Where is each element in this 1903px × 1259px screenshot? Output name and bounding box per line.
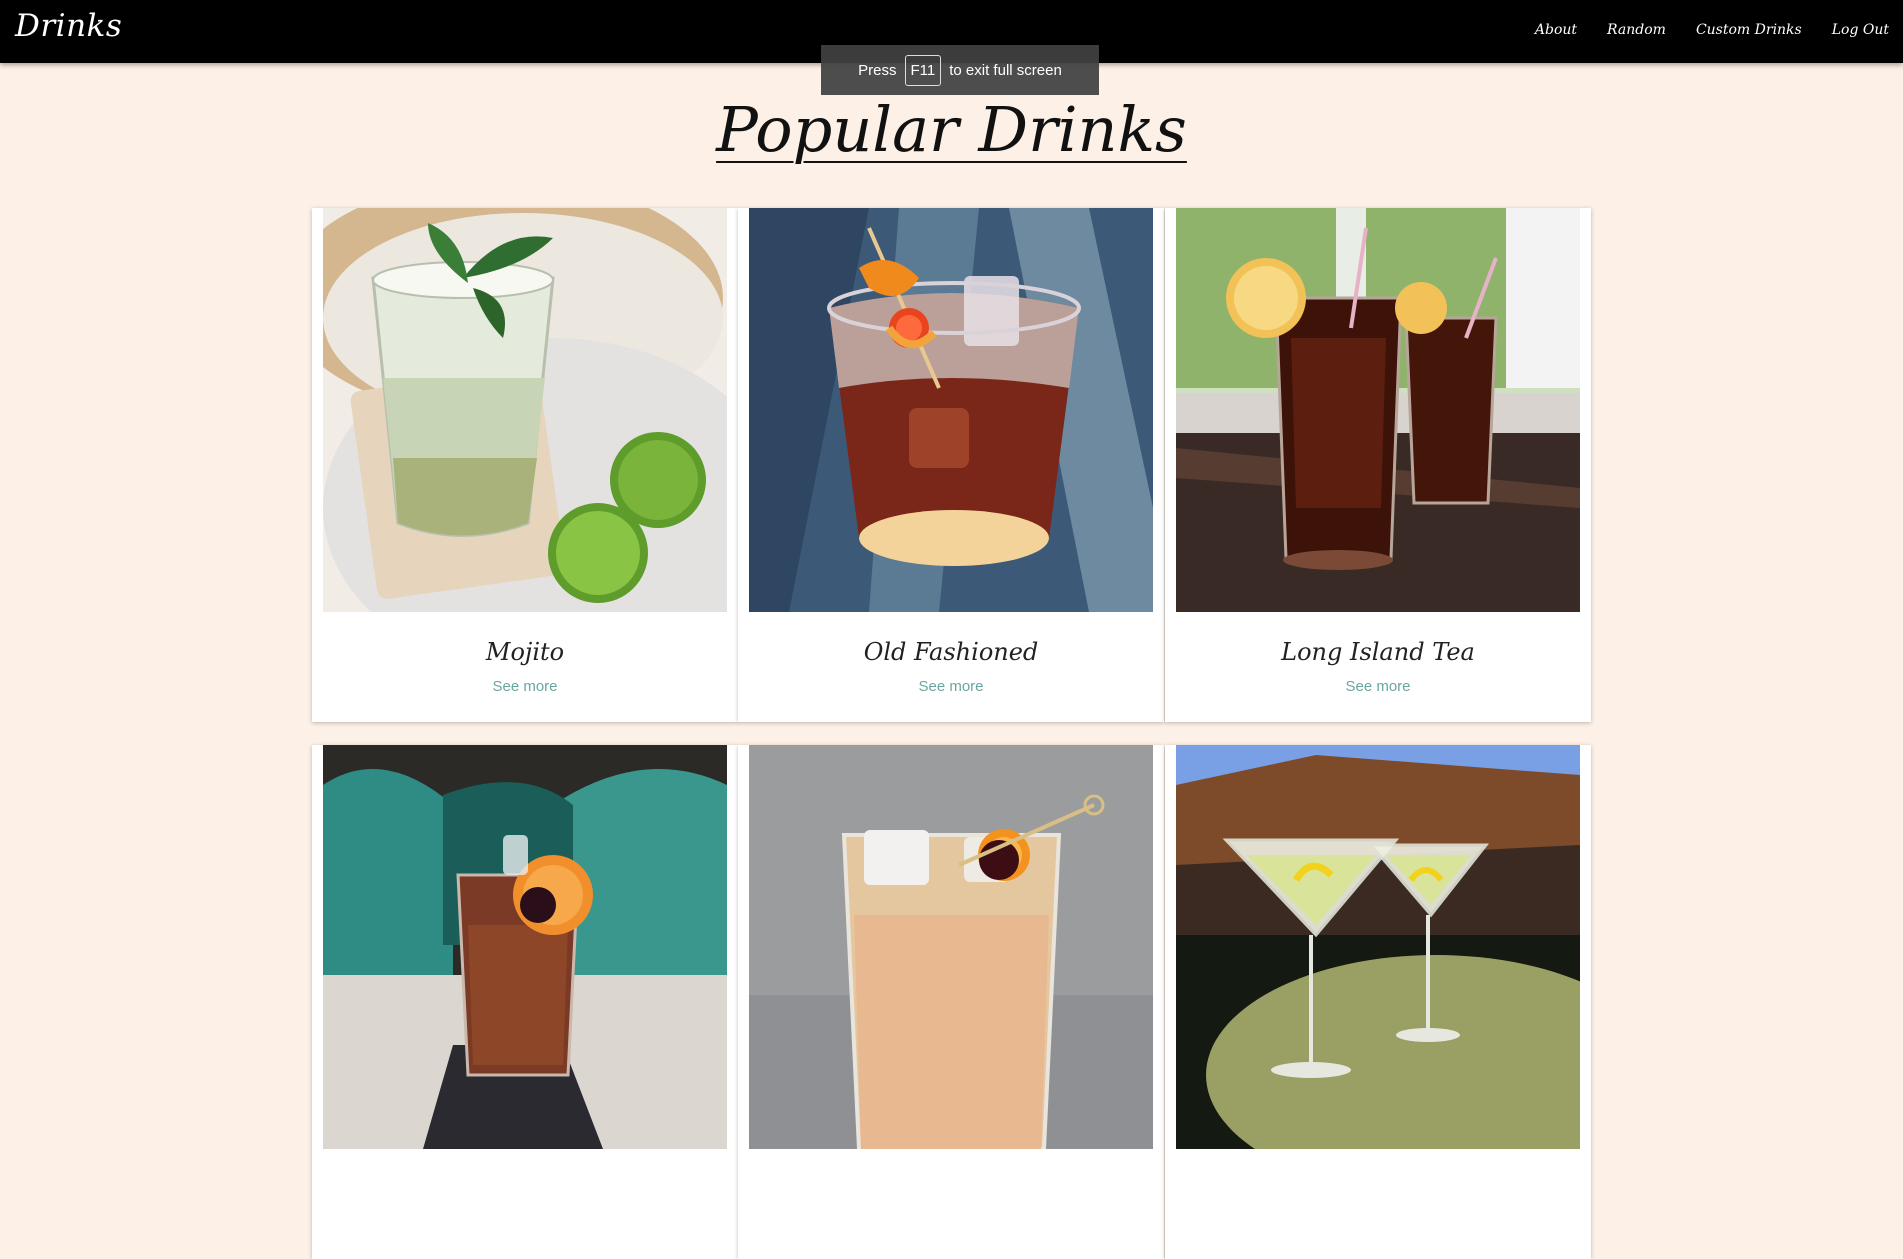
drink-card-old-fashioned: Old Fashioned See more (738, 208, 1164, 722)
whiskey-sour-photo[interactable] (749, 745, 1153, 1149)
negroni-style-photo[interactable] (323, 745, 727, 1149)
mojito-photo[interactable] (323, 208, 727, 612)
fullscreen-notice-prefix: Press (858, 61, 897, 79)
see-more-link[interactable]: See more (738, 678, 1164, 695)
drink-card-long-island-tea: Long Island Tea See more (1165, 208, 1591, 722)
fullscreen-notice: Press F11 to exit full screen (821, 45, 1099, 95)
fullscreen-key: F11 (904, 54, 942, 86)
nav-links: About Random Custom Drinks Log Out (1535, 22, 1889, 38)
drink-name: Long Island Tea (1281, 638, 1475, 666)
long-island-tea-photo[interactable] (1176, 208, 1580, 612)
nav-log-out[interactable]: Log Out (1832, 22, 1889, 38)
see-more-link[interactable]: See more (312, 678, 738, 695)
drink-name: Old Fashioned (863, 638, 1039, 666)
drink-card-mojito: Mojito See more (312, 208, 738, 722)
martini-photo[interactable] (1176, 745, 1580, 1149)
brand-logo[interactable]: Drinks (15, 8, 122, 44)
drink-name: Mojito (485, 638, 565, 666)
drink-card (1165, 745, 1591, 1259)
drink-card (312, 745, 738, 1259)
nav-custom-drinks[interactable]: Custom Drinks (1696, 22, 1802, 38)
nav-about[interactable]: About (1535, 22, 1577, 38)
see-more-link[interactable]: See more (1165, 678, 1591, 695)
drink-card (738, 745, 1164, 1259)
nav-random[interactable]: Random (1607, 22, 1666, 38)
page-title: Popular Drinks (716, 93, 1187, 166)
old-fashioned-photo[interactable] (749, 208, 1153, 612)
fullscreen-notice-suffix: to exit full screen (949, 61, 1062, 79)
